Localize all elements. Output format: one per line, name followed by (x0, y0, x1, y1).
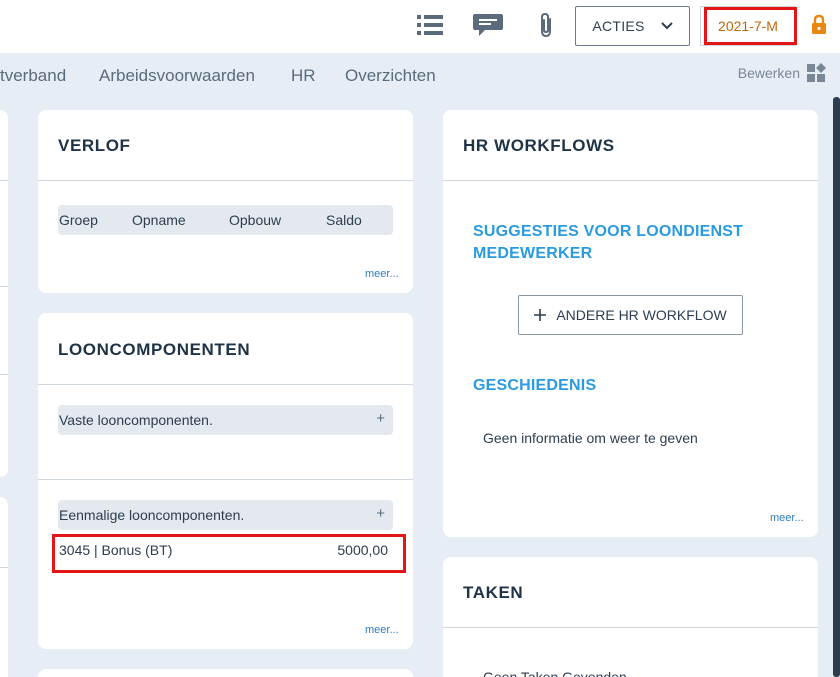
hr-workflows-title: HR WORKFLOWS (463, 136, 615, 155)
divider (0, 567, 8, 568)
add-fixed-component-button[interactable]: + (376, 410, 385, 427)
verlof-table-header: Groep Opname Opbouw Saldo (58, 205, 393, 235)
fixed-components-label: Vaste looncomponenten. (59, 412, 213, 428)
tab-arbeidsvoorwaarden[interactable]: Arbeidsvoorwaarden (99, 66, 255, 86)
column-header-opname: Opname (132, 212, 186, 228)
hr-workflows-more-link[interactable]: meer... (770, 512, 804, 524)
add-onetime-component-button[interactable]: + (376, 505, 385, 522)
looncomponenten-card: LOONCOMPONENTEN Vaste looncomponenten. +… (38, 313, 413, 649)
page-scrollbar[interactable] (833, 97, 840, 677)
taken-empty-text: Geen Taken Gevonden (483, 669, 627, 677)
lock-icon[interactable] (808, 10, 830, 40)
divider (0, 286, 8, 287)
bottom-card-partial (38, 669, 413, 677)
paperclip-icon[interactable] (533, 10, 559, 40)
taken-card: TAKEN Geen Taken Gevonden (443, 557, 818, 677)
other-hr-workflow-button[interactable]: ANDERE HR WORKFLOW (518, 295, 743, 335)
hr-workflows-card: HR WORKFLOWS SUGGESTIES VOOR LOONDIENST … (443, 110, 818, 537)
looncomponenten-title: LOONCOMPONENTEN (58, 340, 251, 359)
divider (443, 180, 818, 181)
history-heading: GESCHIEDENIS (473, 377, 597, 394)
taken-title: TAKEN (463, 583, 524, 602)
verlof-title: VERLOF (58, 136, 131, 155)
onetime-components-label: Eenmalige looncomponenten. (59, 507, 245, 523)
divider (0, 180, 8, 181)
plus-icon (534, 309, 547, 321)
period-label: 2021-7-M (718, 18, 778, 34)
divider (0, 374, 8, 375)
looncomponent-row[interactable]: 3045 | Bonus (BT) 5000,00 (59, 542, 388, 558)
empty-history-text: Geen informatie om weer te geven (483, 430, 698, 446)
tab-overzichten[interactable]: Overzichten (345, 66, 436, 86)
tab-hr[interactable]: HR (291, 66, 316, 86)
column-header-groep: Groep (59, 212, 98, 228)
suggestions-heading: SUGGESTIES VOOR LOONDIENST MEDEWERKER (473, 223, 744, 262)
other-hr-workflow-label: ANDERE HR WORKFLOW (556, 307, 727, 323)
divider (38, 384, 413, 385)
onetime-components-header: Eenmalige looncomponenten. + (58, 500, 393, 530)
list-icon[interactable] (414, 10, 446, 40)
top-toolbar: ACTIES 2021-7-M (0, 0, 840, 53)
divider (38, 479, 413, 480)
divider (38, 180, 413, 181)
divider (443, 627, 818, 628)
edit-layout-label: Bewerken (737, 65, 800, 81)
looncomponent-name: 3045 | Bonus (BT) (59, 542, 173, 558)
period-selector[interactable]: 2021-7-M (700, 6, 796, 46)
edit-layout-button[interactable]: Bewerken (738, 63, 826, 83)
grid-edit-icon (807, 63, 826, 82)
tab-dienstverband[interactable]: tverband (0, 66, 66, 86)
column-header-saldo: Saldo (326, 212, 362, 228)
main-tabs: tverband Arbeidsvoorwaarden HR Overzicht… (0, 53, 840, 97)
column-header-opbouw: Opbouw (229, 212, 282, 228)
chevron-down-icon (660, 22, 673, 30)
verlof-card: VERLOF Groep Opname Opbouw Saldo meer... (38, 110, 413, 293)
left-card-partial-2 (0, 497, 8, 677)
acties-dropdown-button[interactable]: ACTIES (575, 6, 690, 46)
comment-icon[interactable] (471, 10, 505, 40)
acties-label: ACTIES (592, 18, 645, 34)
verlof-more-link[interactable]: meer... (365, 268, 399, 280)
looncomponent-amount: 5000,00 (337, 542, 388, 558)
looncomponenten-more-link[interactable]: meer... (365, 624, 399, 636)
fixed-components-header: Vaste looncomponenten. + (58, 405, 393, 435)
left-card-partial (0, 110, 8, 477)
